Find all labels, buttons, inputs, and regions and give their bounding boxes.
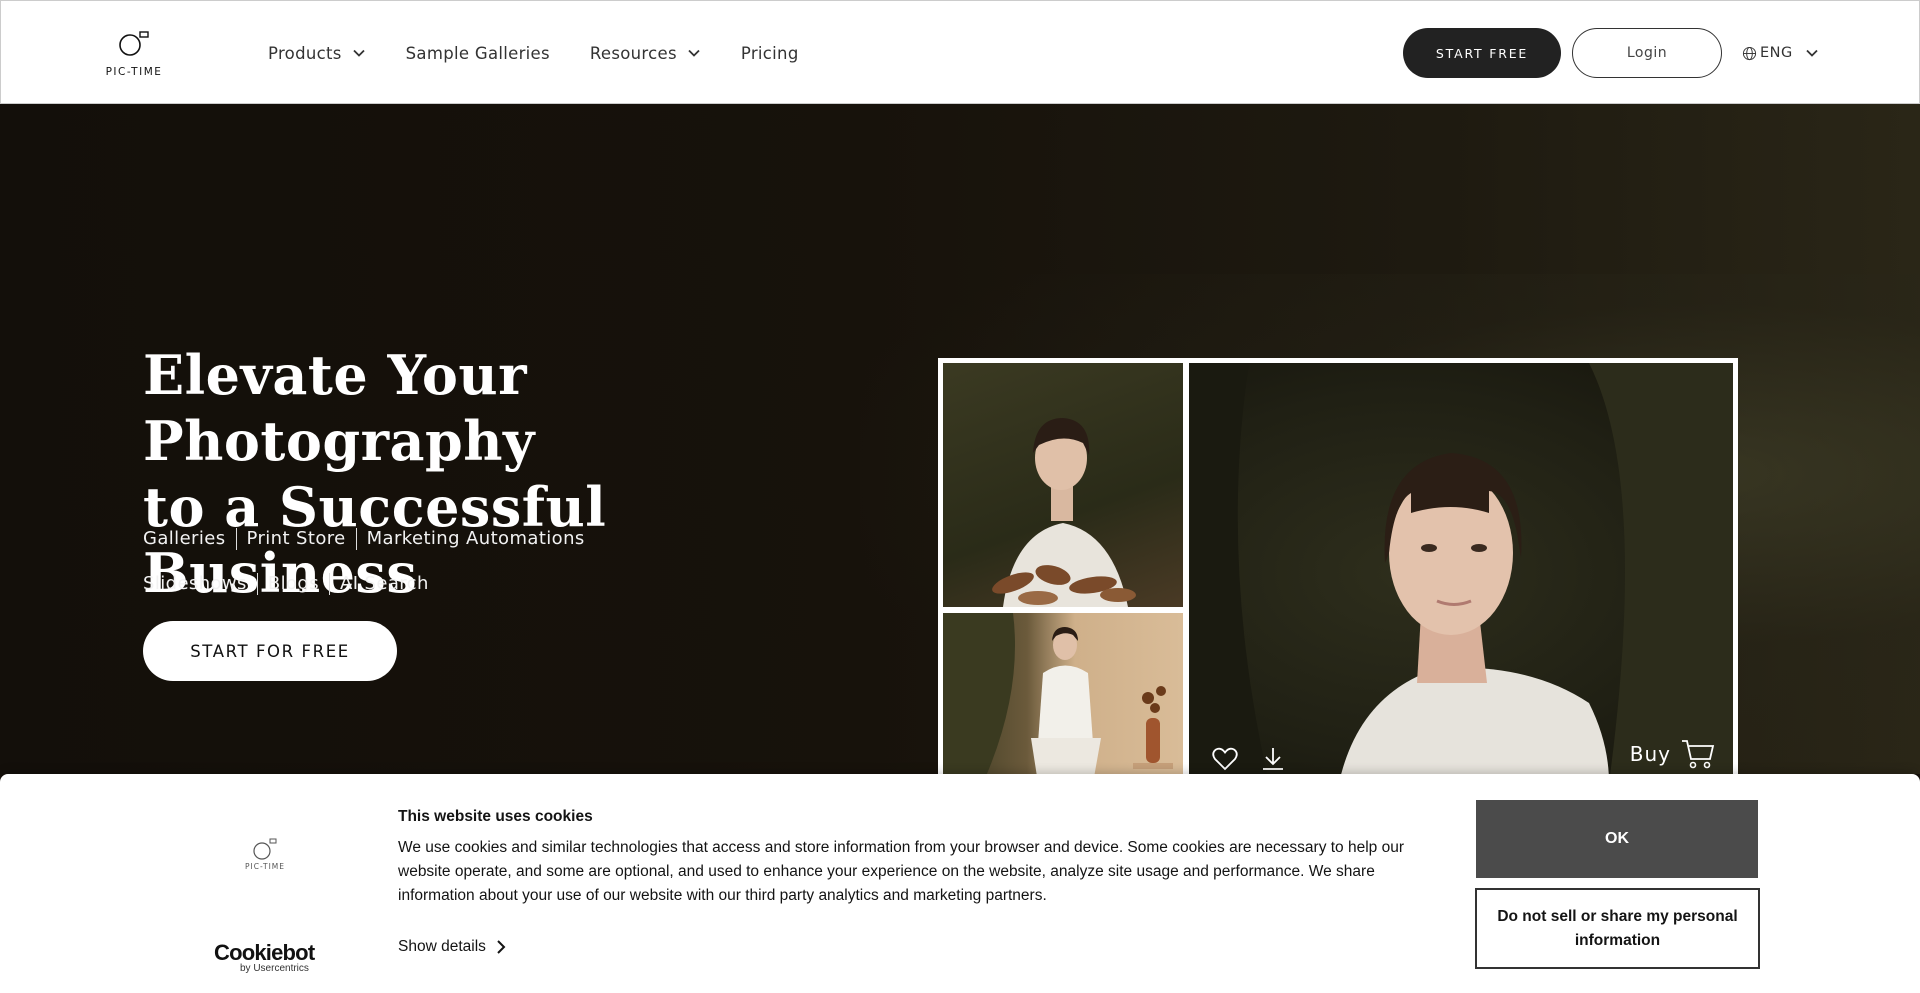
feature-item: AI Search [340, 573, 429, 594]
cookiebot-logo[interactable]: Cookiebot by Usercentrics [214, 940, 315, 974]
pic-time-logo[interactable]: PIC-TIME [98, 27, 170, 79]
download-icon[interactable] [1259, 745, 1287, 773]
feature-row: Galleries Print Store Marketing Automati… [143, 516, 585, 561]
top-navigation: PIC-TIME Products Sample Galleries Resou… [0, 0, 1920, 104]
cookie-banner-logo: PIC-TIME [240, 836, 290, 876]
nav-item-resources[interactable]: Resources [590, 44, 701, 63]
feature-list: Galleries Print Store Marketing Automati… [143, 516, 585, 606]
gallery-preview: Buy [938, 358, 1738, 774]
nav-item-label: Products [268, 43, 342, 63]
gallery-photo-main-portrait [1189, 363, 1733, 774]
heart-icon[interactable] [1211, 745, 1239, 773]
feature-item: Marketing Automations [366, 528, 585, 549]
feature-item: Print Store [246, 528, 346, 549]
hero-title-line: Elevate Your Photography [143, 343, 535, 473]
buy-button[interactable]: Buy [1630, 739, 1715, 769]
feature-item: Slideshows [143, 573, 247, 594]
buy-label: Buy [1629, 742, 1671, 766]
show-details-label: Show details [398, 938, 486, 955]
logo-mark-icon [253, 838, 277, 860]
start-for-free-button[interactable]: START FOR FREE [143, 621, 397, 681]
show-details-link[interactable]: Show details [398, 938, 506, 956]
start-free-button[interactable]: START FREE [1403, 28, 1561, 78]
feature-divider [256, 572, 258, 595]
hero-section: Elevate Your Photography to a Successful… [0, 104, 1920, 774]
portrait-illustration [992, 418, 1136, 607]
feature-divider [355, 527, 357, 550]
language-selector[interactable]: ENG [1742, 41, 1819, 65]
nav-item-label: Resources [589, 43, 677, 63]
cookie-description: We use cookies and similar technologies … [398, 839, 1404, 904]
nav-item-sample-galleries[interactable]: Sample Galleries [406, 44, 550, 63]
nav-item-pricing[interactable]: Pricing [741, 44, 799, 63]
chevron-down-icon [1806, 49, 1818, 57]
logo-text: PIC-TIME [105, 66, 163, 78]
cookie-ok-button[interactable]: OK [1476, 800, 1758, 878]
login-button[interactable]: Login [1572, 28, 1722, 78]
gallery-photo-portrait-flowers [943, 363, 1183, 607]
chevron-down-icon [353, 49, 365, 57]
cookie-title: This website uses cookies [398, 808, 593, 825]
feature-divider [235, 527, 237, 550]
language-label: ENG [1760, 45, 1793, 61]
do-not-sell-button[interactable]: Do not sell or share my personal informa… [1475, 888, 1760, 969]
cookie-consent-banner: PIC-TIME Cookiebot by Usercentrics This … [0, 774, 1920, 993]
chevron-down-icon [688, 49, 700, 57]
main-menu: Products Sample Galleries Resources Pric… [268, 1, 839, 105]
globe-icon [1742, 46, 1757, 60]
feature-divider [329, 572, 330, 595]
chevron-right-icon [497, 940, 506, 954]
cookie-logo-text: PIC-TIME [245, 862, 285, 871]
cookiebot-sub: by Usercentrics [240, 963, 309, 974]
gallery-actions [1211, 745, 1307, 773]
nav-item-products[interactable]: Products [268, 44, 366, 63]
nav-item-label: Sample Galleries [405, 43, 550, 63]
cart-icon [1682, 740, 1715, 769]
gallery-photo-seated [943, 613, 1183, 774]
feature-item: Blogs [267, 573, 319, 594]
feature-row: Slideshows Blogs AI Search [143, 561, 585, 606]
nav-item-label: Pricing [740, 43, 799, 63]
seated-illustration [943, 613, 1173, 774]
logo-mark-icon [119, 31, 149, 56]
main-portrait-illustration [1189, 363, 1733, 774]
feature-item: Galleries [143, 528, 226, 549]
